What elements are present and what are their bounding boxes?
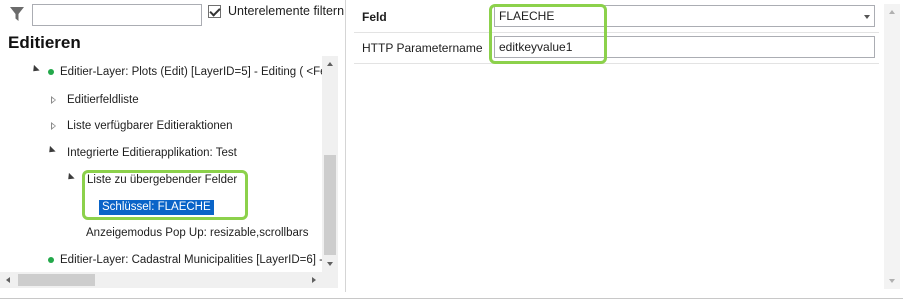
properties-scroll-down-button[interactable] bbox=[884, 273, 900, 289]
property-row-field: Feld FLAECHE bbox=[354, 4, 879, 33]
funnel-icon bbox=[10, 7, 24, 21]
tree-item-label: Liste verfügbarer Editieraktionen bbox=[67, 120, 233, 132]
tree-horizontal-scroll-thumb[interactable] bbox=[18, 274, 95, 286]
tree-item-label: Integrierte Editierapplikation: Test bbox=[67, 147, 237, 159]
tree-item-label: Editierfeldliste bbox=[67, 94, 139, 106]
filter-input[interactable] bbox=[32, 4, 202, 26]
property-label-http-param: HTTP Parametername bbox=[362, 41, 483, 55]
expanded-arrow-icon[interactable] bbox=[30, 64, 40, 75]
tree-vertical-scroll-thumb[interactable] bbox=[324, 155, 336, 255]
section-title: Editieren bbox=[8, 33, 81, 52]
filter-subitems-label: Unterelemente filtern bbox=[228, 4, 345, 18]
property-row-http-param: HTTP Parametername editkeyvalue1 bbox=[354, 35, 879, 64]
scroll-right-button[interactable] bbox=[306, 272, 322, 288]
scrollbar-corner bbox=[322, 272, 338, 288]
green-dot-icon bbox=[48, 69, 54, 75]
scroll-left-button[interactable] bbox=[0, 272, 16, 288]
expanded-arrow-icon[interactable] bbox=[65, 172, 75, 183]
highlight-box-properties bbox=[489, 4, 607, 64]
properties-vertical-scrollbar[interactable] bbox=[884, 4, 900, 289]
properties-scroll-up-button[interactable] bbox=[884, 4, 900, 20]
chevron-down-icon[interactable] bbox=[864, 15, 870, 19]
pane-divider[interactable] bbox=[345, 0, 346, 292]
scroll-down-button[interactable] bbox=[322, 256, 338, 272]
edit-tree: Editier-Layer: Plots (Edit) [LayerID=5] … bbox=[0, 56, 322, 272]
collapsed-arrow-icon[interactable] bbox=[51, 122, 56, 130]
filter-subitems-checkbox[interactable] bbox=[208, 5, 221, 18]
property-label-field: Feld bbox=[362, 10, 387, 24]
green-dot-icon bbox=[48, 257, 54, 263]
tree-item-label: Editier-Layer: Cadastral Municipalities … bbox=[60, 254, 322, 266]
scroll-up-button[interactable] bbox=[322, 56, 338, 72]
highlight-box-tree bbox=[82, 170, 248, 220]
tree-item-label: Anzeigemodus Pop Up: resizable,scrollbar… bbox=[86, 227, 309, 239]
tree-item-label: Editier-Layer: Plots (Edit) [LayerID=5] … bbox=[60, 66, 322, 78]
bottom-divider bbox=[0, 298, 903, 299]
collapsed-arrow-icon[interactable] bbox=[51, 96, 56, 104]
expanded-arrow-icon[interactable] bbox=[46, 145, 56, 156]
